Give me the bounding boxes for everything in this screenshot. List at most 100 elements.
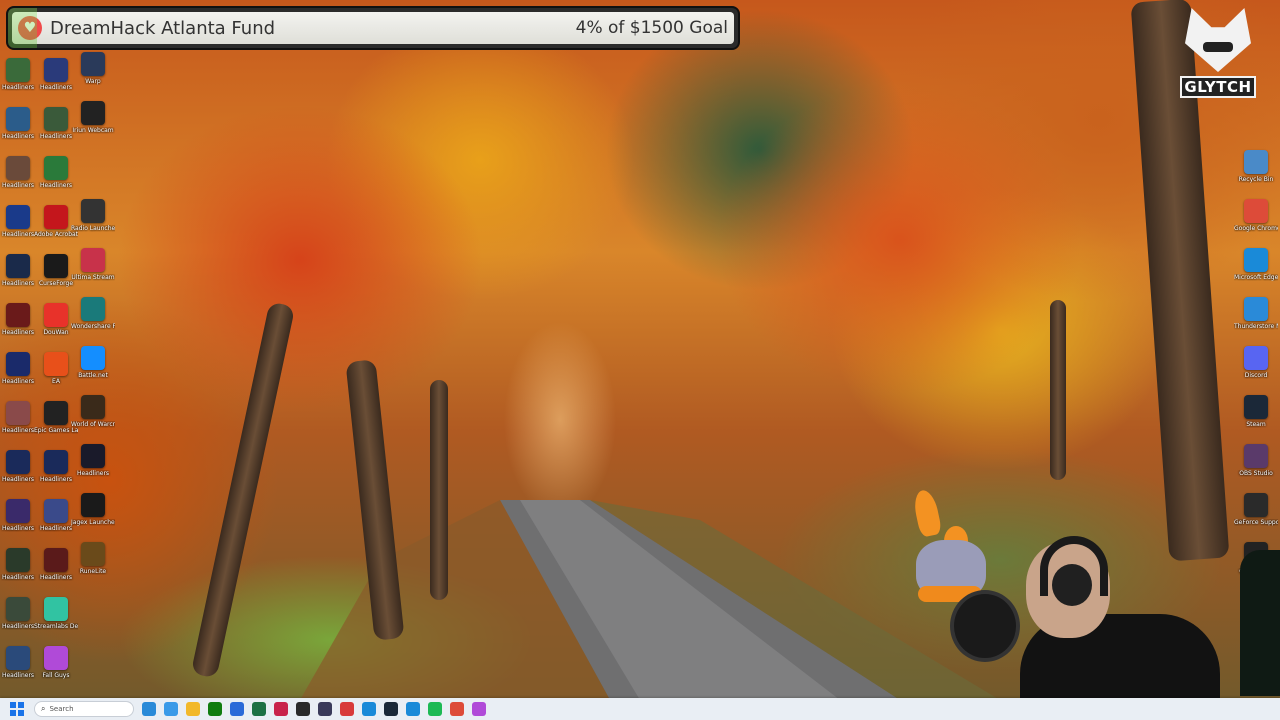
edge-icon — [1244, 248, 1268, 272]
desktop-shortcut[interactable]: Microsoft Edge — [1234, 248, 1278, 294]
copilot-icon[interactable] — [164, 702, 178, 716]
battlenet-icon — [81, 346, 105, 370]
desktop-shortcut-label: Iriun Webcam — [72, 127, 114, 134]
desktop-shortcut-label: Ultima Stream — [71, 274, 115, 281]
desktop-shortcut-label: Google Chrome — [1234, 225, 1278, 232]
desktop-shortcut-label: Fall Guys — [42, 672, 70, 679]
game-icon — [44, 499, 68, 523]
desktop-shortcut[interactable]: Headliners — [71, 444, 115, 490]
game-icon — [6, 450, 30, 474]
desktop-shortcut[interactable]: Google Chrome — [1234, 199, 1278, 245]
tree-trunk — [190, 301, 296, 679]
desktop-shortcut-label: Jagex Launcher — [71, 519, 115, 526]
tree-trunk — [345, 359, 405, 641]
fallguys-icon — [44, 646, 68, 670]
goal-panel: ♥ DreamHack Atlanta Fund 4% of $1500 Goa… — [12, 12, 734, 44]
chrome-icon[interactable] — [450, 702, 464, 716]
tree-trunk — [430, 380, 448, 600]
windows-start-icon[interactable] — [10, 702, 24, 716]
radio-icon — [81, 199, 105, 223]
widgets-icon[interactable] — [142, 702, 156, 716]
desktop-shortcut[interactable]: Iriun Webcam — [71, 101, 115, 147]
obs-icon — [1244, 444, 1268, 468]
desktop-shortcut-label: World of Warcraft — [71, 421, 115, 428]
webcam-feed — [900, 480, 1280, 704]
desktop-shortcut[interactable]: Ultima Stream — [71, 248, 115, 294]
goal-progress-fill — [8, 8, 38, 48]
taskbar: ⌕ Search — [0, 698, 1280, 720]
chrome-icon — [1244, 199, 1268, 223]
game-icon — [44, 107, 68, 131]
game-icon — [6, 401, 30, 425]
fox-icon — [1185, 8, 1251, 72]
acrobat-icon — [44, 205, 68, 229]
search-placeholder: Search — [49, 705, 74, 713]
file-explorer-icon[interactable] — [186, 702, 200, 716]
desktop-shortcut[interactable]: Discord — [1234, 346, 1278, 392]
obs-icon[interactable] — [318, 702, 332, 716]
game-icon — [6, 548, 30, 572]
ultima-icon — [81, 248, 105, 272]
game-icon — [6, 646, 30, 670]
douwan-icon — [44, 303, 68, 327]
epic-icon — [44, 401, 68, 425]
desktop-shortcut[interactable]: Thunderstore Mod Mana... — [1234, 297, 1278, 343]
desktop-shortcut[interactable]: Headliners — [34, 156, 78, 202]
terminal-icon[interactable] — [296, 702, 310, 716]
spotify-icon[interactable] — [428, 702, 442, 716]
desktop-shortcut[interactable]: Radio Launcher — [71, 199, 115, 245]
desktop-shortcut-label: OBS Studio — [1239, 470, 1273, 477]
goal-title: DreamHack Atlanta Fund — [50, 17, 276, 39]
store-icon[interactable] — [230, 702, 244, 716]
game-icon — [6, 303, 30, 327]
desktop-shortcut[interactable]: World of Warcraft — [71, 395, 115, 441]
steam-icon[interactable] — [384, 702, 398, 716]
jagex-icon — [81, 493, 105, 517]
game-icon — [6, 107, 30, 131]
discord-icon — [1244, 346, 1268, 370]
discord-icon[interactable] — [472, 702, 486, 716]
desktop-shortcut[interactable]: RuneLite — [71, 542, 115, 588]
game-icon — [6, 597, 30, 621]
game-icon — [44, 58, 68, 82]
taskbar-apps — [134, 702, 486, 716]
game-icon — [6, 254, 30, 278]
desktop-shortcut[interactable]: Recycle Bin — [1234, 150, 1278, 196]
desktop-shortcut-label: Steam — [1246, 421, 1266, 428]
taskbar-search[interactable]: ⌕ Search — [34, 701, 134, 717]
spreadsheet-icon[interactable] — [252, 702, 266, 716]
runelite-icon — [81, 542, 105, 566]
desktop-shortcut[interactable]: Streamlabs Desktop — [34, 597, 78, 643]
goal-amount: 4% of $1500 Goal — [575, 18, 728, 38]
media-icon[interactable] — [340, 702, 354, 716]
recycle-bin-icon — [1244, 150, 1268, 174]
ea-icon — [44, 352, 68, 376]
streamlabs-icon — [44, 597, 68, 621]
desktop-shortcut-label: Streamlabs Desktop — [34, 623, 78, 630]
desktop-shortcut[interactable]: Warp — [71, 52, 115, 98]
desktop-shortcut[interactable]: Fall Guys — [34, 646, 78, 692]
channel-logo: GLYTCH — [1180, 8, 1256, 108]
game-icon — [44, 450, 68, 474]
desktop-shortcut[interactable]: Jagex Launcher — [71, 493, 115, 539]
music-icon[interactable] — [274, 702, 288, 716]
desktop-shortcut[interactable]: Battle.net — [71, 346, 115, 392]
warp-icon — [81, 52, 105, 76]
game-icon — [44, 548, 68, 572]
microphone — [950, 590, 1020, 662]
xbox-icon[interactable] — [208, 702, 222, 716]
desktop-shortcut-label: Battle.net — [78, 372, 108, 379]
edge-icon[interactable] — [406, 702, 420, 716]
desktop-shortcut-label: Discord — [1244, 372, 1268, 379]
game-icon — [44, 156, 68, 180]
steam-icon — [1244, 395, 1268, 419]
desktop-shortcut-label: Radio Launcher — [71, 225, 115, 232]
wow-icon — [81, 395, 105, 419]
desktop-shortcut-label: Warp — [85, 78, 101, 85]
photos-icon[interactable] — [362, 702, 376, 716]
donation-goal-widget: ♥ DreamHack Atlanta Fund 4% of $1500 Goa… — [6, 6, 740, 50]
game-icon — [6, 205, 30, 229]
curseforge-icon — [44, 254, 68, 278]
desktop-shortcut[interactable]: Steam — [1234, 395, 1278, 441]
desktop-shortcut[interactable]: Wondershare Filmora 14 — [71, 297, 115, 343]
